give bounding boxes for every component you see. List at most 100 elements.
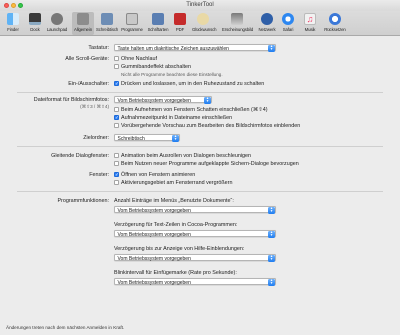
recent-docs-popup[interactable]: Vom Betriebssystem vorgegeben ▴ ▾ <box>114 206 276 214</box>
tab-label: Allgemein <box>74 26 92 32</box>
tab-label: Erscheinungsbild <box>222 26 254 32</box>
tab-label: Rücksetzen <box>324 26 346 32</box>
dock-icon <box>29 13 41 25</box>
tab-finder[interactable]: Finder <box>2 12 24 35</box>
resize-area-checkbox[interactable] <box>114 180 119 185</box>
expanded-save-label: Beim Nutzen neuer Programme aufgeklappte… <box>121 161 299 167</box>
help-delay-value: Vom Betriebssystem vorgegeben <box>117 255 191 262</box>
no-inertia-label: Ohne Nachlauf <box>121 56 157 62</box>
greeting-icon <box>197 13 209 25</box>
recent-docs-value: Vom Betriebssystem vorgegeben <box>117 207 191 214</box>
expanded-save-checkbox[interactable] <box>114 161 119 166</box>
caret-blink-value: Vom Betriebssystem vorgegeben <box>117 279 191 286</box>
rubberband-checkbox[interactable] <box>114 64 119 69</box>
target-folder-value: Schreibtisch <box>117 135 145 142</box>
app-functions-label: Programmfunktionen: <box>57 198 109 204</box>
scroll-label: Alle Scroll-Geräte: <box>65 56 109 62</box>
tab-label: Finder <box>7 26 19 32</box>
applications-icon <box>126 13 138 25</box>
tab-label: Netzwerk <box>258 26 276 32</box>
help-delay-popup[interactable]: Vom Betriebssystem vorgegeben ▴ ▾ <box>114 254 276 262</box>
sheets-label: Gleitende Dialogfenster: <box>51 153 109 159</box>
safari-icon <box>282 13 294 25</box>
title-bar[interactable]: TinkerTool <box>0 0 400 11</box>
tab-safari[interactable]: Safari <box>277 12 299 35</box>
music-icon: ♫ <box>304 13 316 25</box>
tab-label: Schriftarten <box>147 26 169 32</box>
tab-music[interactable]: ♫ Musik <box>299 12 321 35</box>
popup-arrows-icon: ▴ ▾ <box>268 278 275 286</box>
pdf-icon <box>174 13 186 25</box>
tab-label: Musik <box>304 26 316 32</box>
finder-icon <box>7 13 19 25</box>
tab-general[interactable]: Allgemein <box>72 12 94 35</box>
popup-arrows-icon: ▴ ▾ <box>204 96 211 104</box>
popup-arrows-icon: ▴ ▾ <box>172 134 179 142</box>
keyboard-popup[interactable]: Taste halten um diakritische Zeichen aus… <box>114 44 276 52</box>
screenshot-format-value: Vom Betriebssystem vorgegeben <box>117 97 191 104</box>
window-animate-checkbox[interactable]: ✓ <box>114 172 119 177</box>
rubberband-label: Gummibandeffekt abschalten <box>121 64 192 70</box>
window-animate-label: Öffnen von Fenstern animieren <box>121 172 196 178</box>
tab-reset[interactable]: Rücksetzen <box>322 12 348 35</box>
reset-icon <box>329 13 341 25</box>
tab-fonts[interactable]: Schriftarten <box>147 12 169 35</box>
fonts-icon <box>152 13 164 25</box>
resize-area-label: Aktivierungsgebiet am Fensterrand vergrö… <box>121 180 233 186</box>
window-shadow-label: Beim Aufnehmen von Fenstern Schatten ein… <box>121 107 268 113</box>
tab-pdf[interactable]: PDF <box>169 12 191 35</box>
preferences-toolbar: Finder Dock Launchpad Allgemein Schreibt… <box>0 11 400 36</box>
target-folder-popup[interactable]: Schreibtisch ▴ ▾ <box>114 134 180 142</box>
tab-label: Safari <box>282 26 294 32</box>
cocoa-delay-popup[interactable]: Vom Betriebssystem vorgegeben ▴ ▾ <box>114 230 276 238</box>
tab-label: Launchpad <box>46 26 68 32</box>
scroll-note: Nicht alle Programme beachten diese Eins… <box>121 72 223 77</box>
tab-dock[interactable]: Dock <box>24 12 46 35</box>
screenshot-format-label: Dateiformat für Bildschirmfotos: <box>33 97 109 103</box>
screenshot-shortcut-hint: (⌘⇧3 / ⌘⇧4) <box>80 104 109 109</box>
tab-network[interactable]: Netzwerk <box>256 12 278 35</box>
tab-appearance[interactable]: Erscheinungsbild <box>222 12 254 35</box>
caret-blink-popup[interactable]: Vom Betriebssystem vorgegeben ▴ ▾ <box>114 278 276 286</box>
section-divider <box>17 146 383 147</box>
general-icon <box>77 13 89 25</box>
power-checkbox[interactable]: ✓ <box>114 81 119 86</box>
power-label: Ein-/Ausschalter: <box>68 81 109 87</box>
screenshot-format-popup[interactable]: Vom Betriebssystem vorgegeben ▴ ▾ <box>114 96 212 104</box>
cocoa-delay-value: Vom Betriebssystem vorgegeben <box>117 231 191 238</box>
no-inertia-checkbox[interactable] <box>114 56 119 61</box>
section-divider <box>17 92 383 93</box>
target-folder-label: Zielordner: <box>83 135 109 141</box>
popup-arrows-icon: ▴ ▾ <box>268 254 275 262</box>
tab-label: PDF <box>175 26 185 32</box>
tab-label: Schreibtisch <box>96 26 119 32</box>
footer-note: Änderungen treten nach dem nächsten Anme… <box>6 325 125 330</box>
network-icon <box>261 13 273 25</box>
popup-arrows-icon: ▴ ▾ <box>268 206 275 214</box>
recent-docs-label: Anzahl Einträge im Menüs „Benutzte Dokum… <box>114 198 234 204</box>
preview-checkbox[interactable] <box>114 123 119 128</box>
sheet-animation-checkbox[interactable] <box>114 153 119 158</box>
caret-blink-label: Blinkintervall für Einfügemarke (Rate pr… <box>114 270 237 276</box>
desktop-icon <box>101 13 113 25</box>
help-delay-label: Verzögerung bis zur Anzeige von Hilfe-Ei… <box>114 246 245 252</box>
tab-greeting[interactable]: Glückwunsch <box>192 12 217 35</box>
cocoa-delay-label: Verzögerung für Text-Zeilen in Cocoa-Pro… <box>114 222 238 228</box>
power-option-label: Drücken und loslassen, um in den Ruhezus… <box>121 81 265 87</box>
tab-applications[interactable]: Programme <box>121 12 143 35</box>
preview-label: Vorübergehende Vorschau zum Bearbeiten d… <box>121 123 301 129</box>
window-shadow-checkbox[interactable] <box>114 107 119 112</box>
tab-label: Programme <box>121 26 143 32</box>
tab-label: Dock <box>30 26 40 32</box>
timestamp-label: Aufnahmezeitpunkt in Dateiname einschlie… <box>121 115 233 121</box>
timestamp-checkbox[interactable]: ✓ <box>114 115 119 120</box>
tab-desktop[interactable]: Schreibtisch <box>96 12 118 35</box>
launchpad-icon <box>51 13 63 25</box>
tab-launchpad[interactable]: Launchpad <box>46 12 68 35</box>
windows-label: Fenster: <box>89 172 109 178</box>
sheet-animation-label: Animation beim Ausrollen von Dialogen be… <box>121 153 252 159</box>
keyboard-popup-value: Taste halten um diakritische Zeichen aus… <box>117 45 229 52</box>
section-divider <box>17 191 383 192</box>
popup-arrows-icon: ▴ ▾ <box>268 230 275 238</box>
tab-label: Glückwunsch <box>192 26 217 32</box>
